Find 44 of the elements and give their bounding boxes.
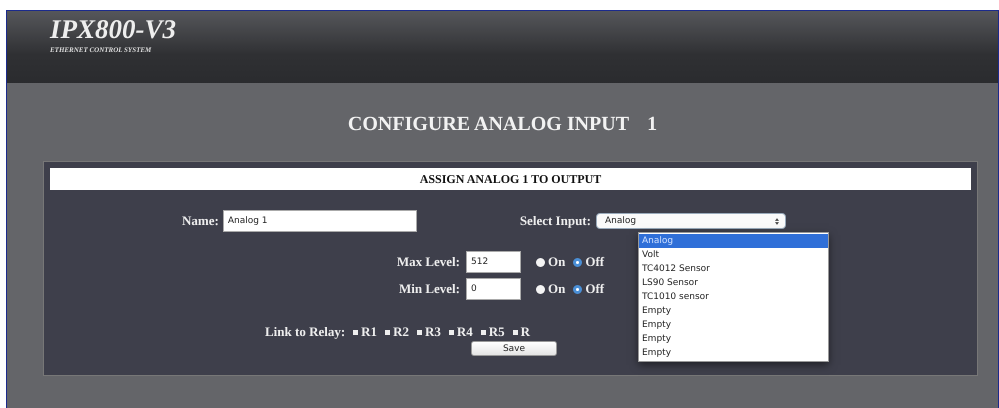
relay-name: R — [520, 324, 530, 340]
radio-label: Off — [585, 281, 604, 297]
level-field[interactable]: 512 — [466, 251, 521, 273]
relay-checkbox[interactable] — [512, 330, 518, 334]
radio-label: On — [548, 281, 566, 297]
relay-checkbox[interactable] — [480, 330, 486, 334]
dropdown-option[interactable]: Volt — [639, 248, 828, 262]
dropdown-option[interactable]: Empty — [639, 318, 828, 332]
level-label: Max Level: — [396, 254, 460, 270]
name-field[interactable]: Analog 1 — [222, 210, 417, 232]
relay-name: R3 — [424, 324, 441, 340]
save-button[interactable]: Save — [471, 341, 557, 356]
dropdown-option[interactable]: LS90 Sensor — [639, 276, 828, 290]
radio-button[interactable] — [573, 284, 582, 294]
relay-checkbox[interactable] — [353, 330, 358, 334]
relay-name: R2 — [393, 324, 409, 340]
dropdown-option[interactable]: Empty — [639, 332, 828, 346]
radio-label: Off — [585, 254, 604, 270]
name-label: Name: — [182, 213, 219, 229]
logo-title: IPX800-V3 — [50, 15, 176, 43]
dropdown-option[interactable]: Empty — [639, 304, 828, 318]
relay-checkbox[interactable] — [385, 330, 390, 334]
page-title: CONFIGURE ANALOG INPUT — [348, 113, 630, 136]
radio-button[interactable] — [573, 258, 582, 266]
relay-checkbox[interactable] — [448, 330, 454, 334]
radio-label: On — [548, 254, 566, 270]
radio-button[interactable] — [536, 284, 545, 294]
level-label: Min Level: — [398, 281, 460, 297]
dropdown-option[interactable]: Empty — [639, 346, 828, 360]
page-number: 1 — [647, 113, 658, 136]
select-input-label: Select Input: — [520, 213, 591, 229]
relay-checkbox[interactable] — [416, 330, 422, 334]
updown-arrows-icon — [774, 218, 779, 224]
relay-label: Link to Relay: — [265, 324, 346, 340]
relay-name: R1 — [361, 324, 378, 340]
level-field[interactable]: 0 — [466, 278, 521, 300]
dropdown-option[interactable]: TC4012 Sensor — [639, 262, 828, 276]
dropdown-option[interactable]: Analog — [639, 234, 828, 248]
dropdown-option[interactable]: TC1010 sensor — [639, 290, 828, 304]
panel-title: ASSIGN ANALOG 1 TO OUTPUT — [50, 168, 971, 190]
input-select[interactable]: Analog — [596, 213, 786, 229]
relay-name: R4 — [456, 324, 473, 340]
relay-name: R5 — [488, 324, 505, 340]
radio-button[interactable] — [536, 258, 545, 266]
